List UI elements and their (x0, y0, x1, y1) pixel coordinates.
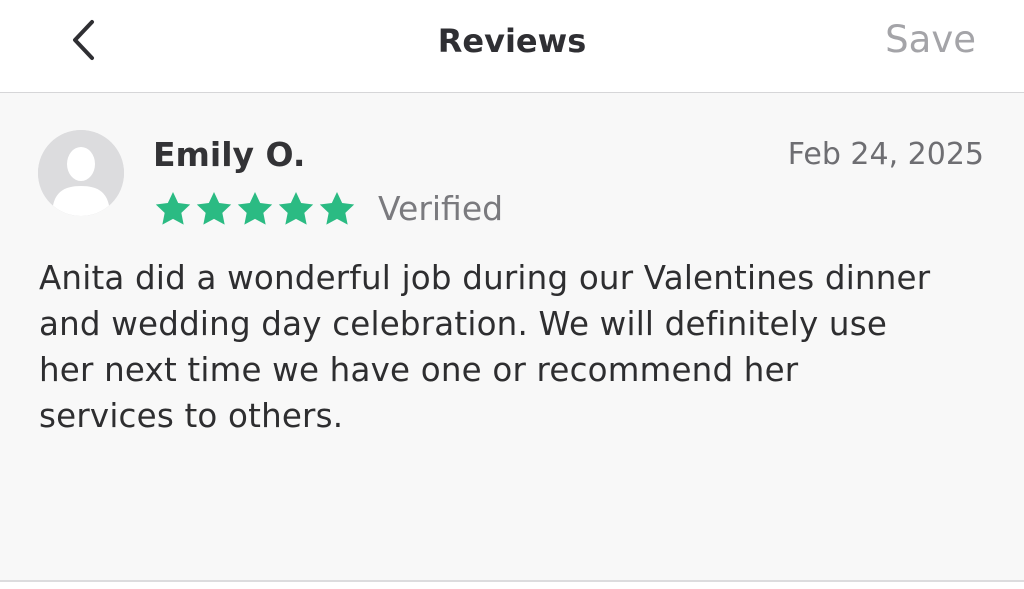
rating-row: Verified (153, 187, 503, 231)
avatar (38, 130, 124, 216)
top-nav-bar: Reviews Save (0, 0, 1024, 93)
page-title: Reviews (437, 22, 587, 60)
star-icon (317, 189, 357, 229)
verified-label: Verified (378, 189, 504, 228)
user-silhouette-icon (38, 130, 124, 216)
back-button[interactable] (56, 12, 112, 68)
review-date: Feb 24, 2025 (787, 137, 984, 172)
reviewer-name: Emily O. (153, 135, 306, 174)
review-card: Emily O. Feb 24, 2025 Verified Anita did… (0, 93, 1024, 582)
save-button[interactable]: Save (885, 16, 976, 64)
review-text: Anita did a wonderful job during our Val… (39, 259, 931, 435)
chevron-left-icon (73, 20, 94, 60)
star-rating (153, 189, 358, 229)
star-icon (153, 189, 193, 229)
star-icon (276, 189, 316, 229)
star-icon (235, 189, 275, 229)
star-icon (194, 189, 234, 229)
